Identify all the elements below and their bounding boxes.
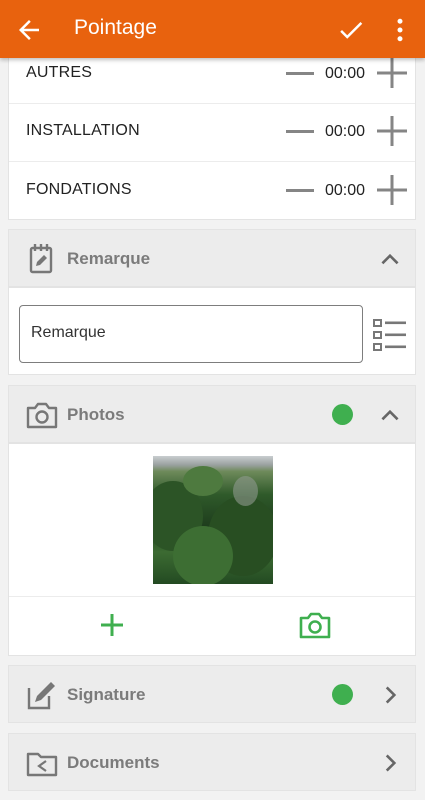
time-row-installation: INSTALLATION 00:00 xyxy=(9,103,415,162)
time-entries-card: AUTRES 00:00 INSTALLATION 00:00 FONDATIO… xyxy=(8,44,416,220)
section-title: Signature xyxy=(67,685,146,704)
arrow-back-icon[interactable] xyxy=(14,15,44,45)
check-icon[interactable] xyxy=(336,15,366,45)
camera-icon xyxy=(26,402,58,429)
photos-header[interactable]: Photos xyxy=(8,385,416,443)
time-value: 00:00 xyxy=(325,182,366,199)
time-row-fondations: FONDATIONS 00:00 xyxy=(9,162,415,221)
remarque-header[interactable]: Remarque xyxy=(8,229,416,287)
time-row-label: FONDATIONS xyxy=(26,181,132,198)
minus-icon[interactable] xyxy=(285,176,315,206)
section-title: Remarque xyxy=(67,249,151,268)
remarque-body xyxy=(8,287,416,375)
time-value: 00:00 xyxy=(325,65,366,82)
camera-icon[interactable] xyxy=(298,608,332,642)
remarque-text-field[interactable] xyxy=(31,324,331,342)
chevron-right-icon[interactable] xyxy=(377,750,403,776)
plus-icon[interactable] xyxy=(376,115,408,147)
photos-body xyxy=(8,443,416,656)
divider xyxy=(9,596,415,597)
page-title: Pointage xyxy=(74,16,157,39)
chevron-up-icon[interactable] xyxy=(377,246,403,272)
time-row-label: AUTRES xyxy=(26,64,93,81)
pen-icon xyxy=(27,682,55,710)
add-icon[interactable] xyxy=(97,610,127,640)
plus-icon[interactable] xyxy=(376,174,408,206)
checklist-icon[interactable] xyxy=(373,318,407,352)
status-dot xyxy=(332,404,353,425)
status-dot xyxy=(332,684,353,705)
section-title: Documents xyxy=(67,753,160,772)
section-title: Photos xyxy=(67,405,125,424)
signature-header[interactable]: Signature xyxy=(8,665,416,723)
chevron-up-icon[interactable] xyxy=(377,402,403,428)
documents-header[interactable]: Documents xyxy=(8,733,416,791)
app-bar: Pointage xyxy=(0,0,425,58)
folder-share-icon xyxy=(26,752,58,777)
photo-thumbnail[interactable] xyxy=(153,456,273,584)
time-row-label: INSTALLATION xyxy=(26,122,140,139)
plus-icon[interactable] xyxy=(376,57,408,89)
remarque-input[interactable] xyxy=(19,305,363,363)
chevron-right-icon[interactable] xyxy=(377,682,403,708)
time-value: 00:00 xyxy=(325,123,366,140)
more-vert-icon[interactable] xyxy=(390,15,410,45)
notepad-icon xyxy=(29,244,53,274)
minus-icon[interactable] xyxy=(285,117,315,147)
minus-icon[interactable] xyxy=(285,59,315,89)
